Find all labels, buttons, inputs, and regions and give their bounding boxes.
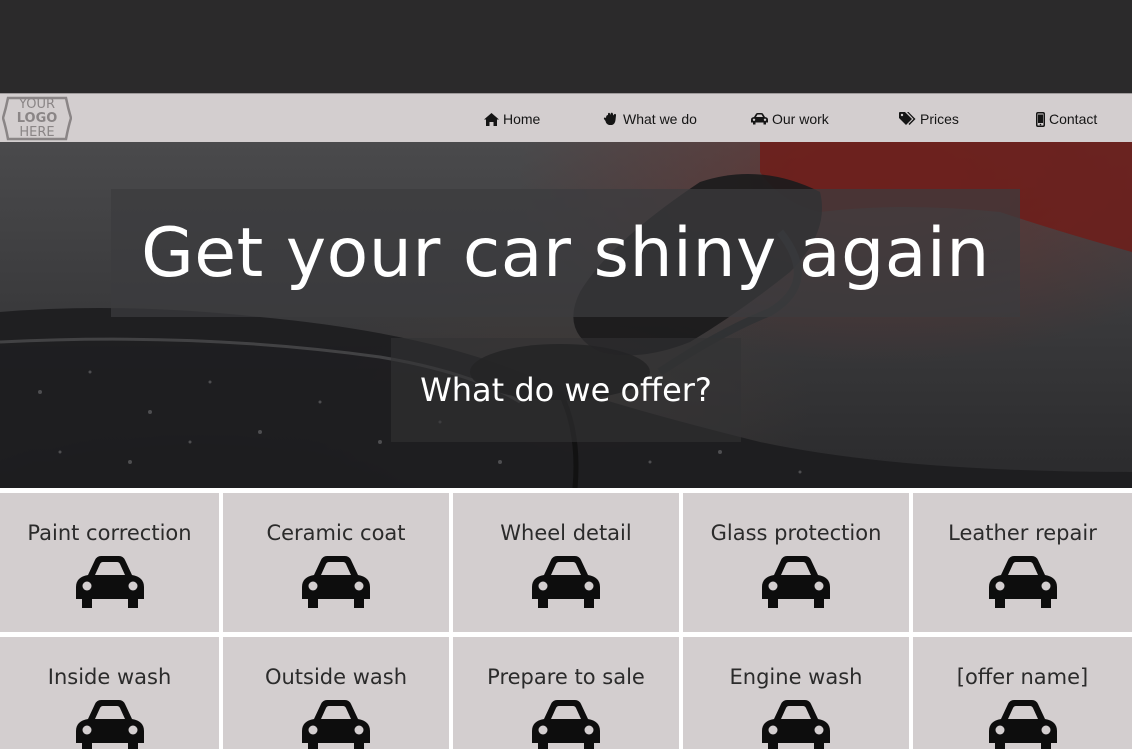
- offer-label: Paint correction: [27, 521, 192, 545]
- offer-label: Glass protection: [710, 521, 882, 545]
- nav-home[interactable]: Home: [484, 109, 540, 129]
- nav-prices[interactable]: Prices: [899, 109, 959, 129]
- nav-contact[interactable]: Contact: [1036, 109, 1097, 129]
- car-icon: [532, 556, 600, 608]
- car-icon: [75, 556, 144, 608]
- nav-home-label: Home: [503, 111, 541, 127]
- logo-text: YOUR LOGO HERE: [2, 98, 72, 140]
- logo-line-3: HERE: [19, 125, 55, 140]
- offer-tile[interactable]: Prepare to sale: [453, 637, 679, 749]
- hero-banner: Get your car shiny again What do we offe…: [0, 142, 1132, 488]
- offer-heading-panel: What do we offer?: [391, 338, 741, 442]
- offer-tile[interactable]: Leather repair: [913, 493, 1132, 632]
- offer-label: Wheel detail: [500, 521, 632, 545]
- offer-tile[interactable]: [offer name]: [913, 637, 1132, 749]
- car-icon: [75, 700, 144, 749]
- hero-headline: Get your car shiny again: [141, 213, 990, 293]
- offer-tile[interactable]: Wheel detail: [453, 493, 679, 632]
- tags-icon: [899, 112, 916, 125]
- offer-label: Inside wash: [47, 665, 172, 689]
- offer-label: Leather repair: [948, 521, 1097, 545]
- car-icon: [532, 700, 600, 749]
- hand-icon: [603, 112, 616, 125]
- nav-what-we-do-label: What we do: [623, 111, 697, 127]
- mobile-icon: [1036, 111, 1045, 127]
- offer-label: [offer name]: [956, 665, 1089, 689]
- logo-line-2: LOGO: [16, 111, 58, 126]
- offer-tile[interactable]: Outside wash: [223, 637, 449, 749]
- car-icon: [988, 556, 1057, 608]
- offer-label: Outside wash: [264, 665, 408, 689]
- logo-line-1: YOUR: [18, 97, 55, 112]
- car-icon: [302, 700, 370, 749]
- offers-grid: Paint correction Ceramic coat Wheel detail…: [0, 488, 1132, 749]
- offer-heading: What do we offer?: [420, 371, 712, 409]
- car-icon: [751, 113, 768, 125]
- offer-tile[interactable]: Engine wash: [683, 637, 909, 749]
- top-dark-bar: [0, 0, 1132, 93]
- car-icon: [988, 700, 1057, 749]
- nav-contact-label: Contact: [1049, 111, 1098, 127]
- offer-tile[interactable]: Ceramic coat: [223, 493, 449, 632]
- car-icon: [302, 556, 370, 608]
- nav-our-work-label: Our work: [772, 111, 829, 127]
- offer-label: Ceramic coat: [266, 521, 406, 545]
- offer-tile[interactable]: Glass protection: [683, 493, 909, 632]
- offer-label: Engine wash: [729, 665, 863, 689]
- nav-what-we-do[interactable]: What we do: [603, 109, 697, 129]
- offer-tile[interactable]: Inside wash: [0, 637, 219, 749]
- nav-our-work[interactable]: Our work: [751, 109, 829, 129]
- car-icon: [762, 700, 830, 749]
- navigation-bar: YOUR LOGO HERE Home What we do Our work …: [0, 93, 1132, 142]
- car-icon: [762, 556, 830, 608]
- home-icon: [484, 112, 499, 126]
- offer-tile[interactable]: Paint correction: [0, 493, 219, 632]
- site-logo[interactable]: YOUR LOGO HERE: [2, 96, 72, 141]
- offer-label: Prepare to sale: [487, 665, 645, 689]
- headline-panel: Get your car shiny again: [111, 189, 1020, 317]
- nav-prices-label: Prices: [920, 111, 959, 127]
